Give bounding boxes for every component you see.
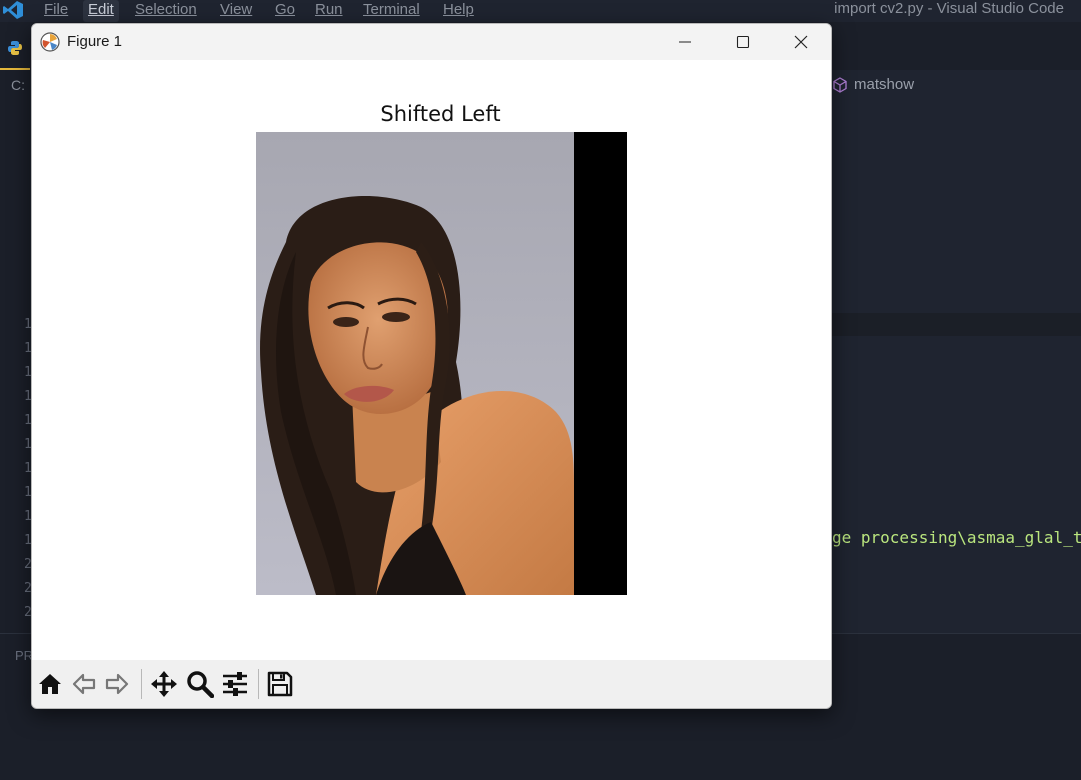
toolbar-separator — [258, 669, 259, 699]
back-button[interactable] — [69, 669, 99, 699]
shifted-image — [256, 132, 627, 595]
plot-title: Shifted Left — [380, 102, 501, 126]
figure-titlebar[interactable]: Figure 1 — [32, 24, 831, 60]
home-icon — [39, 674, 61, 694]
code-string-fragment: ge processing\asmaa_glal_te — [832, 528, 1081, 547]
breadcrumb-symbol: matshow — [854, 76, 915, 93]
current-line-highlight — [830, 313, 1081, 336]
menu-selection[interactable]: Selection — [130, 0, 202, 22]
forward-button[interactable] — [102, 669, 132, 699]
figure-canvas[interactable]: Shifted Left — [32, 60, 831, 660]
figure-window-title: Figure 1 — [67, 33, 123, 50]
menu-file[interactable]: File — [39, 0, 73, 22]
close-button[interactable] — [772, 24, 830, 60]
breadcrumb-root[interactable]: C: — [11, 77, 25, 93]
zoom-icon — [187, 671, 214, 698]
figure-window: Figure 1 Shifted Left — [31, 23, 832, 709]
menu-terminal[interactable]: Terminal — [358, 0, 425, 22]
navigation-toolbar — [32, 660, 831, 708]
save-button[interactable] — [265, 669, 295, 699]
pan-icon — [151, 671, 177, 697]
forward-icon — [105, 673, 129, 695]
breadcrumb[interactable]: matshow — [832, 76, 914, 93]
vscode-menubar: File Edit Selection View Go Run Terminal… — [0, 0, 1081, 22]
configure-subplots-button[interactable] — [220, 669, 250, 699]
menu-help[interactable]: Help — [438, 0, 479, 22]
cube-symbol-icon — [833, 76, 847, 93]
menu-edit[interactable]: Edit — [83, 0, 119, 22]
zoom-button[interactable] — [185, 669, 215, 699]
vscode-logo-icon — [3, 1, 23, 19]
menu-view[interactable]: View — [215, 0, 257, 22]
maximize-button[interactable] — [714, 24, 772, 60]
menu-run[interactable]: Run — [310, 0, 348, 22]
maximize-icon — [736, 35, 750, 49]
toolbar-separator — [141, 669, 142, 699]
home-button[interactable] — [35, 669, 65, 699]
python-file-icon — [8, 41, 22, 55]
menu-go[interactable]: Go — [270, 0, 300, 22]
active-tab-indicator — [0, 68, 30, 70]
configure-subplots-icon — [223, 672, 247, 696]
close-icon — [794, 35, 808, 49]
back-icon — [72, 673, 96, 695]
vscode-window-title: import cv2.py - Visual Studio Code — [834, 0, 1064, 17]
save-icon — [267, 671, 293, 697]
pan-button[interactable] — [149, 669, 179, 699]
matplotlib-app-icon — [40, 32, 60, 52]
minimize-icon — [679, 41, 691, 43]
minimize-button[interactable] — [656, 24, 714, 60]
